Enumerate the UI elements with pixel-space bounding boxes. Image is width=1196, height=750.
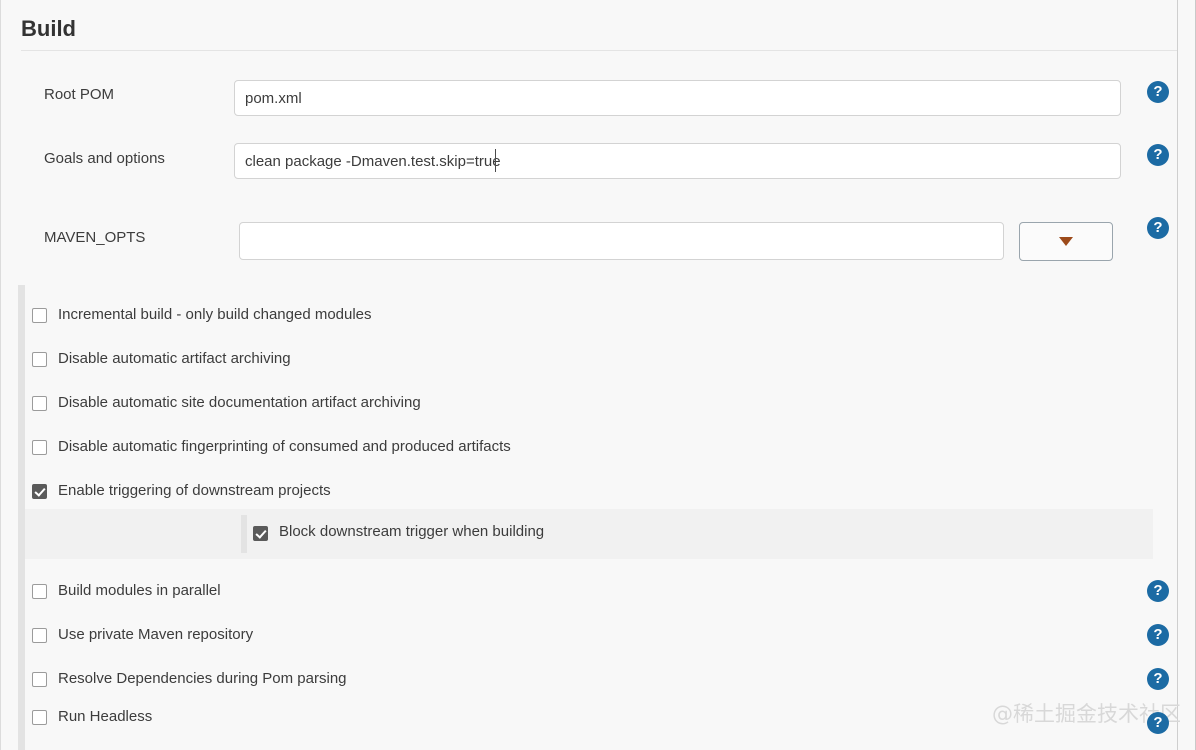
option-label: Build modules in parallel: [58, 582, 221, 599]
label-maven-opts: MAVEN_OPTS: [44, 229, 145, 246]
section-divider: [21, 50, 1177, 51]
caret-down-icon: [1059, 237, 1073, 246]
text-cursor: [495, 149, 496, 172]
help-icon-root-pom[interactable]: ?: [1147, 81, 1169, 103]
checkbox-disable-fingerprinting[interactable]: [32, 440, 47, 455]
build-config-panel: Build Root POM ? Goals and options ? MAV…: [0, 0, 1196, 750]
option-row-build-modules-parallel[interactable]: Build modules in parallel: [25, 571, 1177, 615]
option-row-run-headless[interactable]: Run Headless: [25, 697, 1177, 741]
maven-opts-input[interactable]: [239, 222, 1004, 260]
nested-indent-bar: [241, 515, 247, 553]
checkbox-enable-downstream-trigger[interactable]: [32, 484, 47, 499]
option-label: Enable triggering of downstream projects: [58, 482, 331, 499]
checkbox-disable-site-doc-archiving[interactable]: [32, 396, 47, 411]
goals-and-options-input[interactable]: [234, 143, 1121, 179]
maven-opts-dropdown-button[interactable]: [1019, 222, 1113, 261]
option-label: Block downstream trigger when building: [279, 523, 544, 540]
checkbox-private-maven-repository[interactable]: [32, 628, 47, 643]
option-row-disable-site-doc-archiving[interactable]: Disable automatic site documentation art…: [25, 383, 1177, 427]
option-row-block-downstream-trigger[interactable]: Block downstream trigger when building: [25, 509, 1153, 559]
checkbox-resolve-dependencies[interactable]: [32, 672, 47, 687]
option-row-incremental-build[interactable]: Incremental build - only build changed m…: [25, 295, 1177, 339]
page-title: Build: [21, 14, 1177, 44]
panel-right-divider: [1177, 0, 1178, 750]
option-row-private-maven-repository[interactable]: Use private Maven repository: [25, 615, 1177, 659]
option-label: Run Headless: [58, 708, 152, 725]
checkbox-disable-artifact-archiving[interactable]: [32, 352, 47, 367]
checkbox-incremental-build[interactable]: [32, 308, 47, 323]
option-row-disable-artifact-archiving[interactable]: Disable automatic artifact archiving: [25, 339, 1177, 383]
section-indent-bar: [18, 285, 25, 750]
option-label: Resolve Dependencies during Pom parsing: [58, 670, 347, 687]
help-icon-disable-artifact-archiving[interactable]: ?: [1147, 624, 1169, 646]
checkbox-run-headless[interactable]: [32, 710, 47, 725]
help-icon-maven-opts[interactable]: ?: [1147, 217, 1169, 239]
checkbox-block-downstream-trigger[interactable]: [253, 526, 268, 541]
label-root-pom: Root POM: [44, 86, 114, 103]
help-icon-disable-site-doc-archiving[interactable]: ?: [1147, 668, 1169, 690]
help-icon-goals[interactable]: ?: [1147, 144, 1169, 166]
option-row-disable-fingerprinting[interactable]: Disable automatic fingerprinting of cons…: [25, 427, 1177, 471]
option-label: Incremental build - only build changed m…: [58, 306, 372, 323]
build-options-list: Incremental build - only build changed m…: [1, 285, 1177, 750]
option-label: Disable automatic artifact archiving: [58, 350, 291, 367]
option-row-process-plugins[interactable]: Process Plugins during Pom parsing: [25, 737, 1177, 750]
checkbox-build-modules-parallel[interactable]: [32, 584, 47, 599]
help-icon-disable-fingerprinting[interactable]: ?: [1147, 712, 1169, 734]
option-label: Use private Maven repository: [58, 626, 253, 643]
option-label: Disable automatic site documentation art…: [58, 394, 421, 411]
label-goals-and-options: Goals and options: [44, 150, 165, 167]
section-header: Build: [21, 14, 1177, 44]
root-pom-input[interactable]: [234, 80, 1121, 116]
help-icon-incremental-build[interactable]: ?: [1147, 580, 1169, 602]
option-label: Disable automatic fingerprinting of cons…: [58, 438, 511, 455]
